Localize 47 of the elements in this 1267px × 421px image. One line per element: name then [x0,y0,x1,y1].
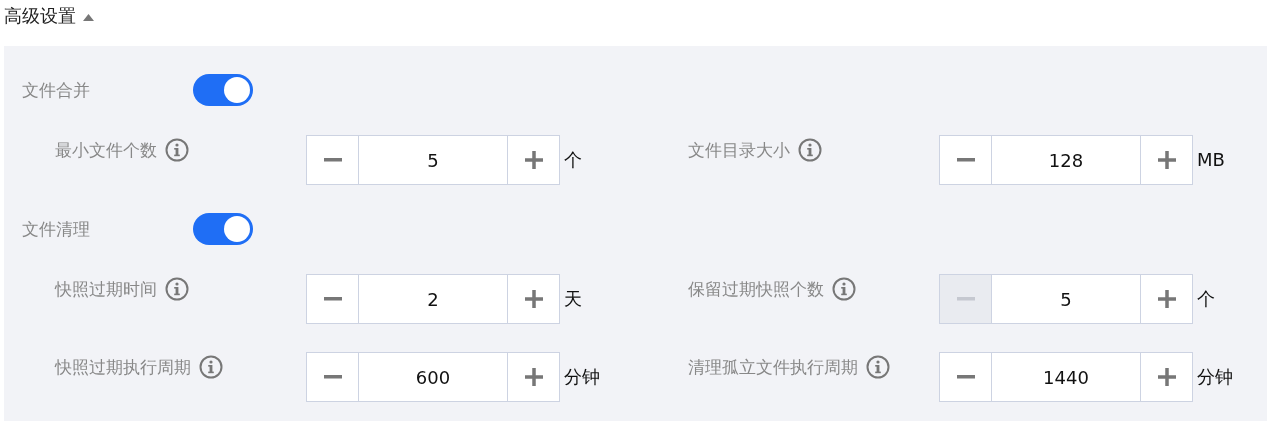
number-field[interactable]: 128 [991,136,1141,184]
info-icon [832,277,856,301]
number-field[interactable]: 1440 [991,353,1141,401]
unit-label: 个 [564,148,582,172]
unit-label: 分钟 [1197,365,1233,389]
minus-icon [956,297,975,301]
plus-icon [524,368,543,386]
info-icon [866,355,890,379]
number-stepper[interactable]: 5 [306,135,560,185]
toggle-switch[interactable] [193,74,253,106]
number-field[interactable]: 5 [358,136,508,184]
plus-icon [524,290,543,308]
number-stepper[interactable]: 600 [306,352,560,402]
number-field[interactable]: 2 [358,275,508,323]
number-stepper[interactable]: 128 [939,135,1193,185]
field-label: 最小文件个数 [55,139,157,162]
number-stepper[interactable]: 1440 [939,352,1193,402]
minus-icon [956,158,975,162]
info-icon [199,355,223,379]
section-title: 高级设置 [4,4,76,28]
field-label: 快照过期执行周期 [55,356,191,379]
unit-label: MB [1197,148,1225,172]
field-label: 保留过期快照个数 [688,278,824,301]
field-label: 文件目录大小 [688,139,790,162]
toggle-switch[interactable] [193,213,253,245]
minus-icon [956,375,975,379]
field-label: 快照过期时间 [55,278,157,301]
number-field[interactable]: 600 [358,353,508,401]
info-icon [798,138,822,162]
toggle-label: 文件合并 [22,79,91,102]
number-stepper[interactable]: 5 [939,274,1193,324]
minus-icon [323,297,342,301]
plus-icon [524,151,543,169]
number-stepper[interactable]: 2 [306,274,560,324]
info-icon [165,138,189,162]
plus-icon [1157,368,1176,386]
unit-label: 天 [564,287,582,311]
field-label: 清理孤立文件执行周期 [688,356,858,379]
unit-label: 分钟 [564,365,600,389]
minus-icon [323,158,342,162]
toggle-label: 文件清理 [22,218,91,241]
info-icon [165,277,189,301]
minus-icon [323,375,342,379]
unit-label: 个 [1197,287,1215,311]
number-field[interactable]: 5 [991,275,1141,323]
plus-icon [1157,151,1176,169]
plus-icon [1157,290,1176,308]
